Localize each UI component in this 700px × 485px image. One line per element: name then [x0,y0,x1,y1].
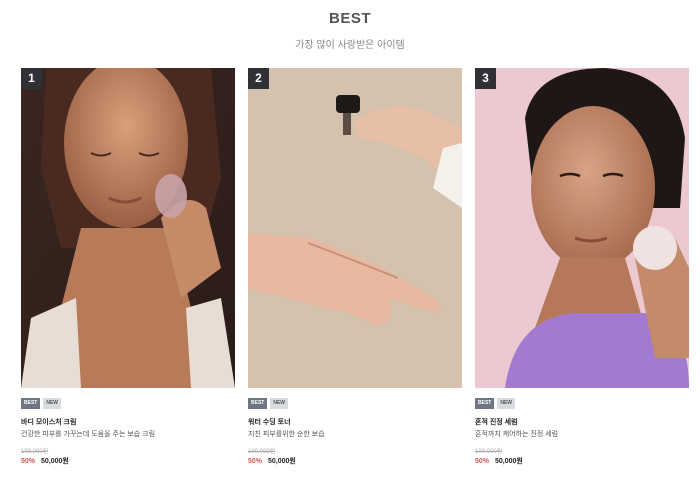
section-subtitle: 가장 많이 사랑받은 아이템 [295,40,405,51]
new-badge: NEW [270,398,289,409]
product-image[interactable]: 3 [475,68,689,388]
product-description: 흔적까지 케어하는 진정 세럼 [475,431,559,438]
product-description: 건강한 피부를 가꾸는데 도움을 주는 보습 크림 [21,431,156,438]
badge-group: BEST NEW [475,398,516,409]
product-name[interactable]: 흔적 진정 세럼 [475,417,518,427]
rank-badge: 1 [21,68,42,89]
new-badge: NEW [43,398,62,409]
price-line: 50% 50,000원 [21,456,69,466]
sale-price: 50,000원 [40,458,69,465]
new-badge: NEW [497,398,516,409]
product-card[interactable]: 3 BEST NEW 흔적 진정 세럼 흔적까지 케어하는 진정 세럼 100,… [475,68,689,478]
price-line: 50% 50,000원 [475,456,523,466]
section-title: BEST [328,10,371,27]
product-image[interactable]: 1 [21,68,235,388]
badge-group: BEST NEW [21,398,62,409]
product-image[interactable]: 2 [248,68,462,388]
discount-rate: 50% [21,458,36,465]
original-price: 100,000원 [248,449,276,455]
badge-group: BEST NEW [248,398,289,409]
rank-badge: 2 [248,68,269,89]
sale-price: 50,000원 [494,458,523,465]
best-badge: BEST [475,398,495,409]
product-card[interactable]: 2 BEST NEW 워터 수딩 토너 지친 피부를위한 순한 보습 100,0… [248,68,462,478]
product-card[interactable]: 1 BEST NEW 바디 모이스처 크림 건강한 피부를 가꾸는데 도움을 주… [21,68,235,478]
original-price: 100,000원 [475,449,503,455]
price-line: 50% 50,000원 [248,456,296,466]
original-price: 100,000원 [21,449,49,455]
product-name[interactable]: 바디 모이스처 크림 [21,417,76,427]
discount-rate: 50% [475,458,490,465]
best-badge: BEST [248,398,268,409]
product-description: 지친 피부를위한 순한 보습 [248,431,325,438]
discount-rate: 50% [248,458,263,465]
sale-price: 50,000원 [267,458,296,465]
best-badge: BEST [21,398,41,409]
product-name[interactable]: 워터 수딩 토너 [248,417,291,427]
rank-badge: 3 [475,68,496,89]
